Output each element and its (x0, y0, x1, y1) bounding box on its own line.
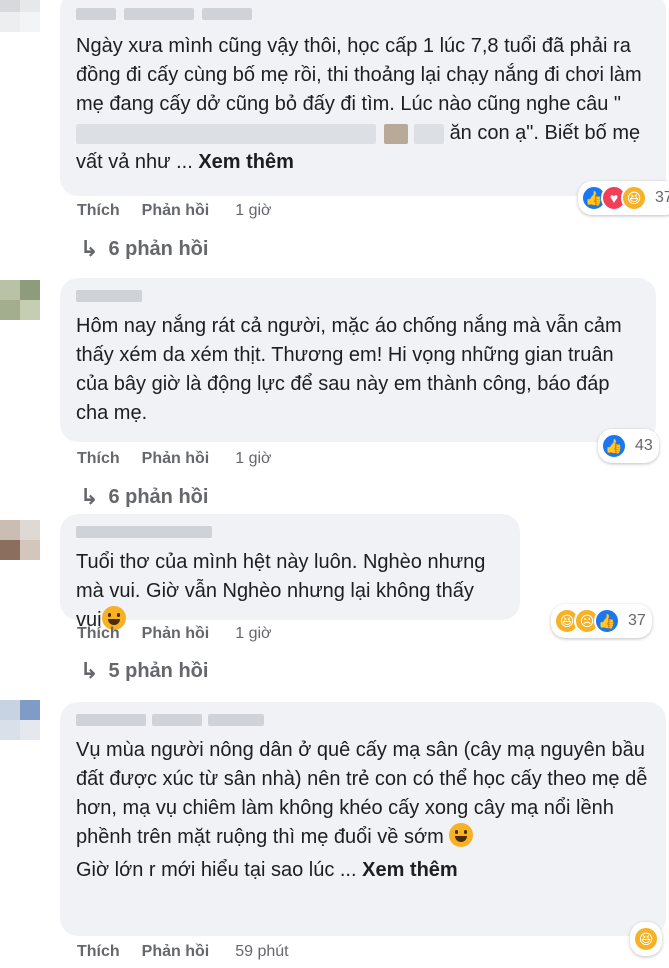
comment-text-continued: Giờ lớn r mới hiểu tại sao lúc ... Xem t… (76, 859, 458, 881)
see-more-link[interactable]: Xem thêm (198, 151, 294, 173)
comment-author-redacted[interactable] (76, 6, 256, 24)
redacted-text (76, 123, 376, 144)
comment-text: Ngày xưa mình cũng vậy thôi, học cấp 1 l… (76, 35, 642, 173)
avatar[interactable] (0, 280, 40, 320)
like-button[interactable]: Thích (77, 625, 120, 643)
comment-text: Hôm nay nắng rát cả người, mặc áo chống … (76, 315, 622, 424)
reply-arrow-icon: ↳ (80, 658, 99, 683)
reply-button[interactable]: Phản hồi (142, 625, 210, 643)
comment-timestamp[interactable]: 1 giờ (235, 202, 271, 220)
comment-actions: Thích Phản hồi 1 giờ (77, 202, 272, 220)
reaction-count: 37 (655, 189, 669, 206)
reply-arrow-icon: ↳ (80, 484, 99, 509)
see-more-link[interactable]: Xem thêm (362, 859, 458, 881)
avatar[interactable] (0, 700, 40, 740)
haha-icon: 😆 (621, 185, 647, 211)
reply-button[interactable]: Phản hồi (142, 450, 210, 468)
redacted-text (414, 123, 444, 144)
comment-text: Tuổi thơ của mình hệt này luôn. Nghèo nh… (76, 551, 486, 631)
like-button[interactable]: Thích (77, 450, 120, 468)
like-icon: 👍 (601, 433, 627, 459)
reaction-count: 43 (635, 437, 653, 454)
comment-bubble: Tuổi thơ của mình hệt này luôn. Nghèo nh… (60, 514, 520, 631)
haha-icon: 😆 (633, 926, 659, 952)
comment-timestamp[interactable]: 1 giờ (235, 450, 271, 468)
redacted-text (384, 123, 408, 144)
comment-timestamp[interactable]: 1 giờ (235, 625, 271, 643)
like-button[interactable]: Thích (77, 202, 120, 220)
avatar[interactable] (0, 520, 40, 560)
view-replies-link[interactable]: ↳ 5 phản hồi (80, 658, 208, 684)
comment-actions: Thích Phản hồi 1 giờ (77, 450, 272, 468)
reply-arrow-icon: ↳ (80, 236, 99, 261)
grin-emoji-icon (449, 823, 474, 847)
view-replies-link[interactable]: ↳ 6 phản hồi (80, 484, 208, 510)
comment-author-redacted[interactable] (76, 712, 266, 730)
like-icon: 👍 (594, 608, 620, 634)
comment-timestamp[interactable]: 59 phút (235, 943, 288, 961)
reaction-summary[interactable]: 😆 ☹ 👍 37 (551, 604, 652, 638)
avatar[interactable] (0, 0, 40, 32)
reply-button[interactable]: Phản hồi (142, 202, 210, 220)
comment-text: Vụ mùa người nông dân ở quê cấy mạ sân (… (76, 739, 648, 848)
comment-author-redacted[interactable] (76, 524, 216, 542)
reaction-summary[interactable]: 👍 ♥ 😆 37 (578, 181, 669, 215)
reply-button[interactable]: Phản hồi (142, 943, 210, 961)
comment-actions: Thích Phản hồi 59 phút (77, 943, 289, 961)
comment-author-redacted[interactable] (76, 288, 146, 306)
reaction-summary[interactable]: 😆 (630, 922, 662, 956)
like-button[interactable]: Thích (77, 943, 120, 961)
reaction-count: 37 (628, 612, 646, 629)
comment-bubble: Hôm nay nắng rát cả người, mặc áo chống … (60, 278, 656, 442)
view-replies-link[interactable]: ↳ 6 phản hồi (80, 236, 208, 262)
comment-bubble: Ngày xưa mình cũng vậy thôi, học cấp 1 l… (60, 0, 666, 196)
comment-bubble: Vụ mùa người nông dân ở quê cấy mạ sân (… (60, 702, 666, 936)
comment-actions: Thích Phản hồi 1 giờ (77, 625, 272, 643)
reaction-summary[interactable]: 👍 43 (598, 429, 659, 463)
